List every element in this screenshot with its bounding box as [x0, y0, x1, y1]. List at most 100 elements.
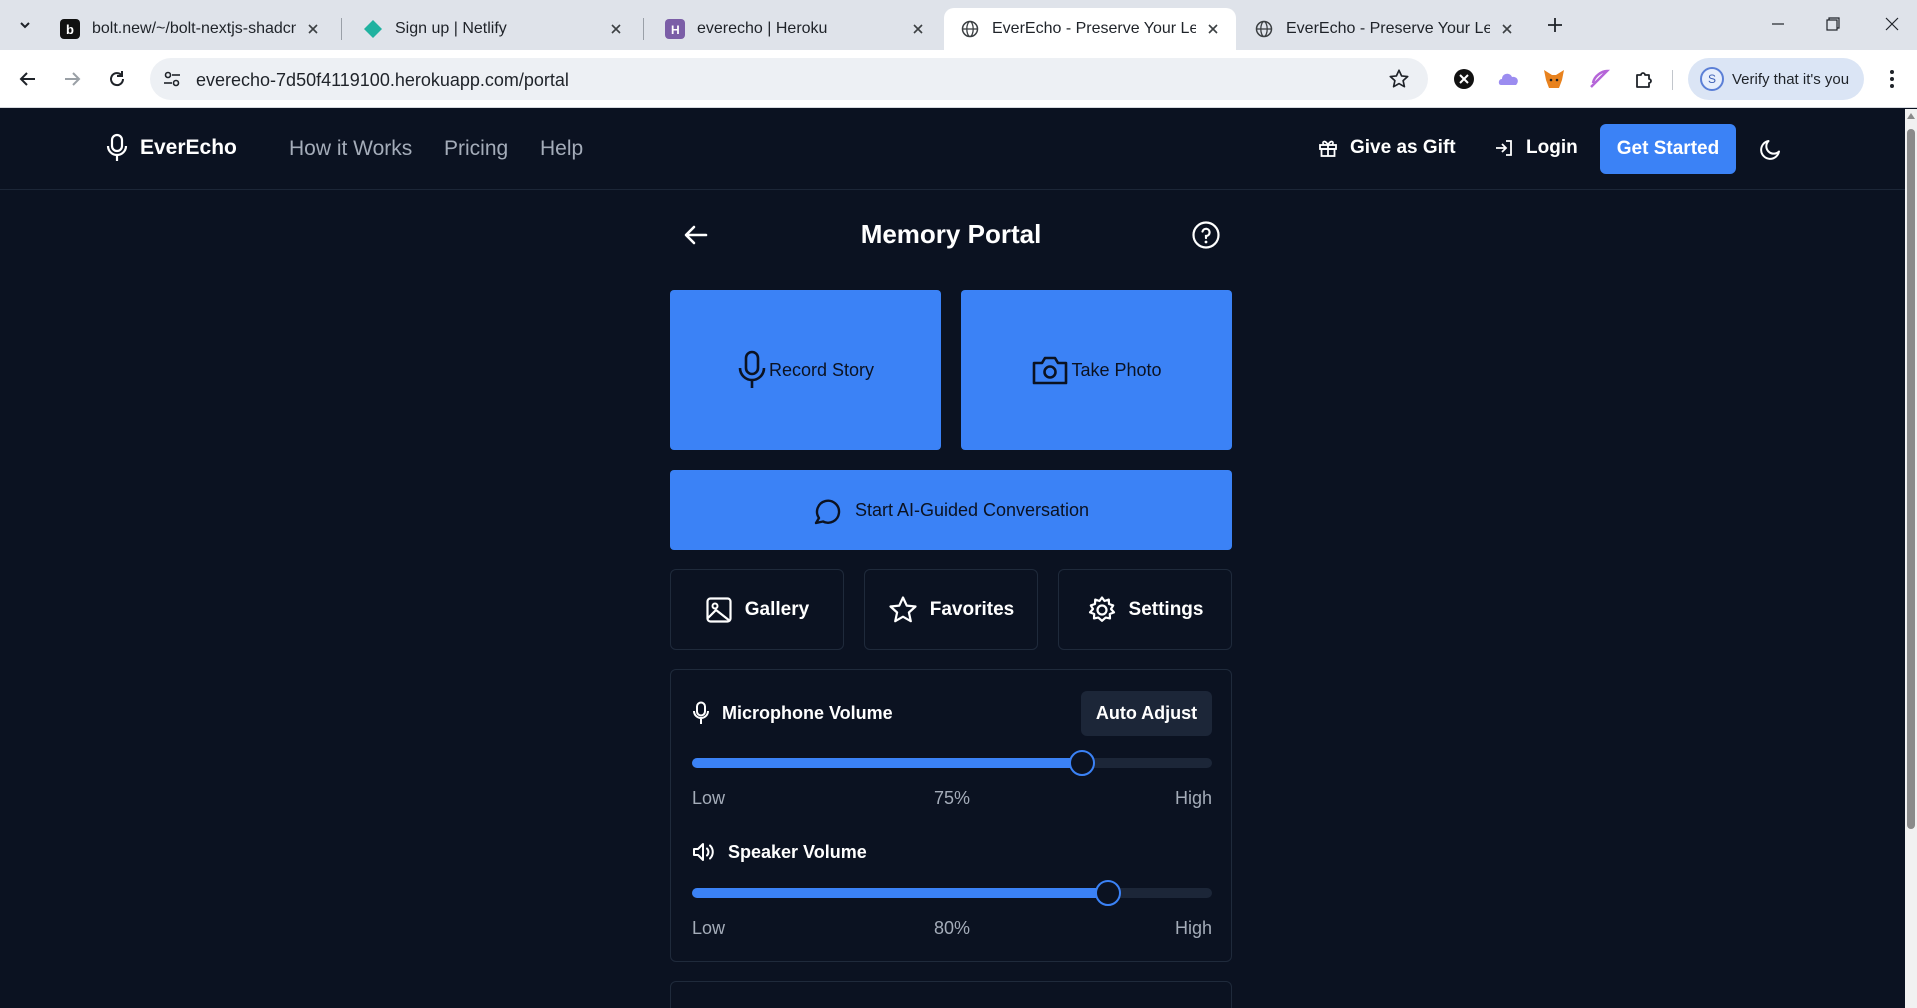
- microphone-icon: [738, 350, 766, 388]
- login-button[interactable]: Login: [1494, 137, 1578, 159]
- login-icon: [1496, 140, 1512, 156]
- bolt-favicon-icon: b: [60, 19, 80, 39]
- back-button[interactable]: [12, 63, 44, 95]
- extensions-puzzle-icon[interactable]: [1632, 67, 1656, 91]
- svg-text:H: H: [671, 23, 680, 36]
- get-started-button[interactable]: Get Started: [1600, 124, 1736, 174]
- high-label: High: [1174, 918, 1212, 938]
- tab-heroku[interactable]: H everecho | Heroku: [649, 8, 941, 50]
- close-icon[interactable]: [607, 20, 625, 38]
- gallery-label: Gallery: [744, 598, 810, 620]
- tab-everecho-active[interactable]: EverEcho - Preserve Your Legacy: [944, 8, 1236, 50]
- address-bar[interactable]: everecho-7d50f4119100.herokuapp.com/port…: [150, 58, 1428, 100]
- more-vertical-icon: [1890, 70, 1894, 88]
- globe-favicon-icon: [960, 19, 980, 39]
- star-icon: [889, 595, 917, 622]
- toolbar-divider: [1672, 70, 1673, 90]
- ai-conversation-button[interactable]: Start AI-Guided Conversation: [670, 470, 1232, 550]
- login-label: Login: [1526, 137, 1578, 158]
- reload-button[interactable]: [101, 63, 133, 95]
- gift-icon: [1319, 140, 1337, 157]
- give-gift-button[interactable]: Give as Gift: [1318, 137, 1456, 159]
- feather-extension-icon[interactable]: [1587, 67, 1611, 91]
- tab-bolt[interactable]: b bolt.new/~/bolt-nextjs-shadcn-: [44, 8, 336, 50]
- nav-help[interactable]: Help: [540, 137, 583, 161]
- close-icon[interactable]: [1204, 20, 1222, 38]
- tab-divider: [643, 18, 644, 40]
- close-icon[interactable]: [909, 20, 927, 38]
- browser-tab-strip: b bolt.new/~/bolt-nextjs-shadcn- Sign up…: [0, 0, 1917, 50]
- close-icon[interactable]: [1498, 20, 1516, 38]
- profile-avatar: S: [1700, 67, 1724, 91]
- microphone-volume-fill: [692, 758, 1082, 768]
- browser-menu-button[interactable]: [1880, 64, 1904, 94]
- globe-favicon-icon: [1254, 19, 1274, 39]
- close-icon[interactable]: [304, 20, 322, 38]
- tab-title: EverEcho - Preserve Your Legacy: [1286, 20, 1490, 37]
- window-close-button[interactable]: [1872, 8, 1912, 40]
- speaker-volume-slider[interactable]: [692, 880, 1212, 906]
- minimize-button[interactable]: [1758, 8, 1798, 40]
- gallery-button[interactable]: Gallery: [670, 569, 844, 650]
- metamask-fox-icon[interactable]: [1542, 67, 1566, 91]
- speaker-volume-thumb[interactable]: [1095, 880, 1121, 906]
- high-label: High: [1174, 788, 1212, 808]
- microphone-volume-thumb[interactable]: [1069, 750, 1095, 776]
- svg-text:b: b: [66, 22, 74, 36]
- microphone-volume-label: Microphone Volume: [722, 702, 893, 723]
- arrow-right-icon: [65, 72, 81, 86]
- image-icon: [706, 596, 732, 623]
- close-icon: [1885, 17, 1899, 31]
- nav-how-it-works[interactable]: How it Works: [289, 137, 412, 161]
- x-extension-icon[interactable]: [1452, 67, 1476, 91]
- forward-button[interactable]: [56, 63, 88, 95]
- new-tab-button[interactable]: [1541, 11, 1569, 39]
- scroll-up-arrow[interactable]: [1907, 113, 1915, 119]
- minimize-icon: [1772, 23, 1784, 25]
- heroku-favicon-icon: H: [665, 19, 685, 39]
- help-circle-icon[interactable]: [1191, 220, 1221, 250]
- microphone-volume-heading: Microphone Volume: [692, 701, 893, 725]
- gear-icon: [1088, 595, 1115, 622]
- site-header: EverEcho How it Works Pricing Help Give …: [0, 109, 1905, 190]
- ai-conversation-label: Start AI-Guided Conversation: [854, 499, 1090, 520]
- settings-label: Settings: [1128, 598, 1204, 620]
- auto-adjust-button[interactable]: Auto Adjust: [1081, 691, 1212, 736]
- tab-title: Sign up | Netlify: [395, 20, 507, 37]
- speaker-volume-heading: Speaker Volume: [692, 841, 867, 863]
- speaker-volume-fill: [692, 888, 1108, 898]
- favorites-button[interactable]: Favorites: [864, 569, 1038, 650]
- record-story-button[interactable]: Record Story: [670, 290, 941, 450]
- bookmark-star-icon[interactable]: [1388, 68, 1410, 90]
- next-section-card: [670, 981, 1232, 1008]
- tab-title: everecho | Heroku: [697, 20, 828, 37]
- page-scrollbar[interactable]: [1905, 109, 1917, 1008]
- tab-netlify[interactable]: Sign up | Netlify: [347, 8, 639, 50]
- gift-label: Give as Gift: [1350, 137, 1456, 158]
- microphone-volume-slider[interactable]: [692, 750, 1212, 776]
- nav-pricing[interactable]: Pricing: [444, 137, 508, 161]
- settings-button[interactable]: Settings: [1058, 569, 1232, 650]
- speaker-volume-value: 80%: [933, 918, 971, 938]
- restore-button[interactable]: [1813, 8, 1853, 40]
- speaker-volume-scale: Low 80% High: [692, 918, 1212, 942]
- moon-icon[interactable]: [1758, 136, 1784, 162]
- scrollbar-thumb[interactable]: [1907, 129, 1915, 829]
- take-photo-label: Take Photo: [1071, 359, 1162, 380]
- site-settings-icon[interactable]: [162, 69, 182, 89]
- page-title: Memory Portal: [860, 219, 1042, 249]
- cloud-extension-icon[interactable]: [1497, 67, 1521, 91]
- plus-icon: [1548, 18, 1562, 32]
- speaker-icon: [693, 843, 714, 861]
- speaker-volume-label: Speaker Volume: [728, 841, 867, 862]
- tab-search-button[interactable]: [10, 10, 40, 40]
- browser-toolbar: everecho-7d50f4119100.herokuapp.com/port…: [0, 50, 1917, 108]
- arrow-left-icon: [19, 72, 35, 86]
- verify-profile-button[interactable]: S Verify that it's you: [1688, 58, 1864, 100]
- tab-everecho[interactable]: EverEcho - Preserve Your Legacy: [1238, 8, 1530, 50]
- verify-label: Verify that it's you: [1732, 70, 1850, 88]
- brand-logo[interactable]: EverEcho: [106, 133, 237, 163]
- volume-controls-card: Microphone Volume Auto Adjust Low 75% Hi…: [670, 669, 1232, 962]
- take-photo-button[interactable]: Take Photo: [961, 290, 1232, 450]
- message-circle-icon: [814, 499, 841, 525]
